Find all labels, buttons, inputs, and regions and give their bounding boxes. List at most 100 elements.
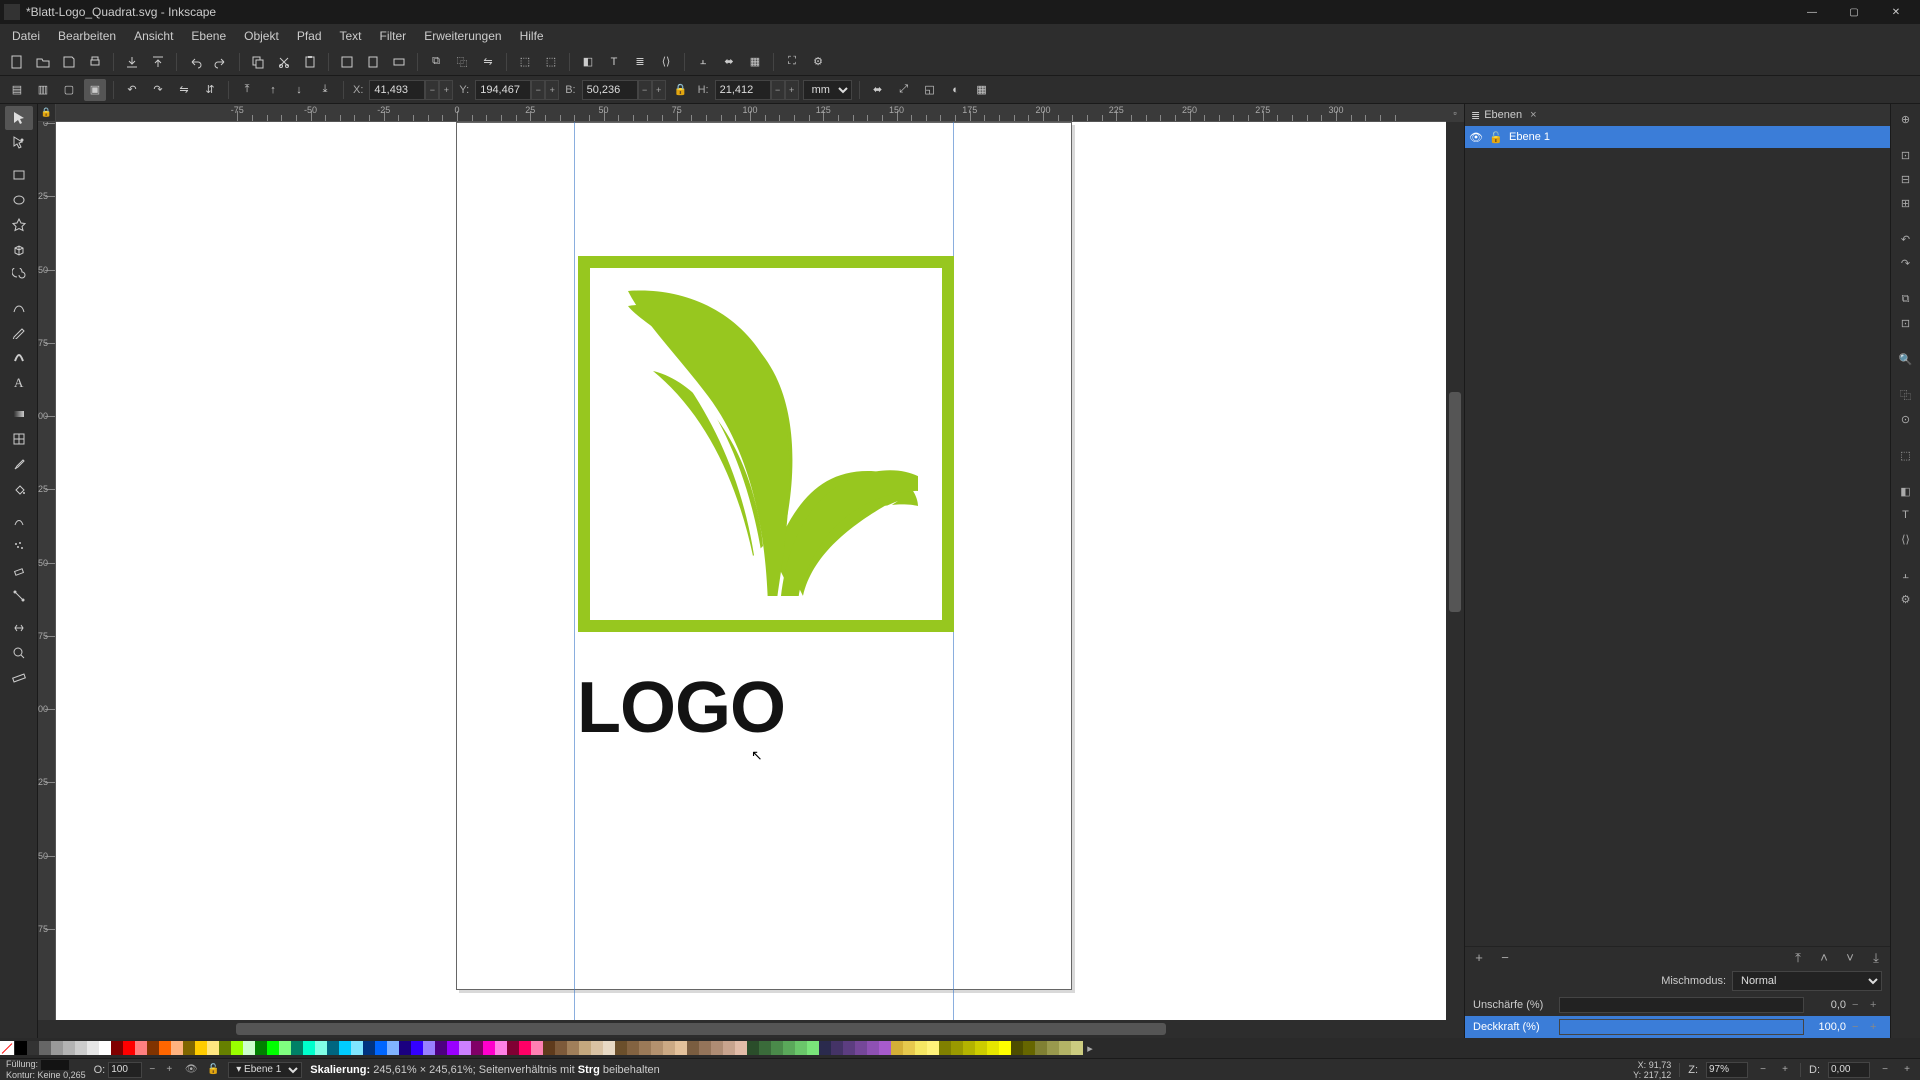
rotate-ccw-button[interactable]: ↶ (121, 79, 143, 101)
vertical-scrollbar[interactable] (1446, 122, 1464, 1020)
color-swatch[interactable] (951, 1041, 963, 1055)
color-swatch[interactable] (999, 1041, 1011, 1055)
x-dec[interactable]: − (425, 80, 439, 100)
dock-save-icon[interactable]: ⊟ (1895, 168, 1917, 190)
color-swatch[interactable] (807, 1041, 819, 1055)
lower-bottom-button[interactable]: ⤓ (314, 79, 336, 101)
color-swatch[interactable] (687, 1041, 699, 1055)
dock-xml-icon[interactable]: ⟨⟩ (1895, 528, 1917, 550)
fill-stroke-button[interactable]: ◧ (577, 51, 599, 73)
ruler-corner-right[interactable]: ▫ (1446, 104, 1464, 122)
color-swatch[interactable] (435, 1041, 447, 1055)
color-swatch[interactable] (795, 1041, 807, 1055)
color-swatch[interactable] (663, 1041, 675, 1055)
unlink-button[interactable]: ⇋ (477, 51, 499, 73)
selector-tool[interactable] (5, 106, 33, 130)
connector-tool[interactable] (5, 584, 33, 608)
color-swatch[interactable] (111, 1041, 123, 1055)
dropper-tool[interactable] (5, 452, 33, 476)
palette-more-icon[interactable]: ▸ (1083, 1041, 1097, 1055)
affect-gradient-button[interactable]: ◐ (945, 79, 967, 101)
logo-square[interactable] (578, 256, 954, 632)
color-swatch[interactable] (387, 1041, 399, 1055)
lower-button[interactable]: ↓ (288, 79, 310, 101)
color-swatch[interactable] (339, 1041, 351, 1055)
raise-top-button[interactable]: ⤒ (236, 79, 258, 101)
redo-button[interactable] (210, 51, 232, 73)
dock-new-icon[interactable]: ⊕ (1895, 108, 1917, 130)
color-swatch[interactable] (735, 1041, 747, 1055)
dock-fill-icon[interactable]: ◧ (1895, 480, 1917, 502)
dock-dup-icon[interactable]: ⿻ (1895, 384, 1917, 406)
color-swatch[interactable] (207, 1041, 219, 1055)
opacity-dec[interactable]: − (1852, 1021, 1864, 1033)
dock-group-icon[interactable]: ⬚ (1895, 444, 1917, 466)
text-dialog-button[interactable]: T (603, 51, 625, 73)
color-swatch[interactable] (927, 1041, 939, 1055)
color-swatch[interactable] (963, 1041, 975, 1055)
fill-stroke-indicator[interactable]: Füllung: Kontur: Keine 0,265 (6, 1059, 86, 1080)
color-swatch[interactable] (135, 1041, 147, 1055)
color-swatch[interactable] (411, 1041, 423, 1055)
color-swatch[interactable] (771, 1041, 783, 1055)
dock-print-icon[interactable]: ⊞ (1895, 192, 1917, 214)
maximize-button[interactable]: ▢ (1834, 2, 1874, 22)
color-swatch[interactable] (1035, 1041, 1047, 1055)
status-opacity-dec[interactable]: − (145, 1063, 159, 1077)
group-button[interactable]: ⬚ (514, 51, 536, 73)
fill-swatch[interactable] (41, 1060, 69, 1070)
color-swatch[interactable] (267, 1041, 279, 1055)
status-lock-icon[interactable]: 🔓 (206, 1063, 220, 1077)
blur-inc[interactable]: + (1870, 999, 1882, 1011)
duplicate-button[interactable]: ⧉ (425, 51, 447, 73)
color-swatch[interactable] (231, 1041, 243, 1055)
color-swatch[interactable] (159, 1041, 171, 1055)
minimize-button[interactable]: — (1792, 2, 1832, 22)
color-swatch[interactable] (39, 1041, 51, 1055)
color-swatch[interactable] (171, 1041, 183, 1055)
paste-button[interactable] (299, 51, 321, 73)
tweak-tool[interactable] (5, 509, 33, 533)
color-swatch[interactable] (303, 1041, 315, 1055)
color-swatch[interactable] (15, 1041, 27, 1055)
w-input[interactable] (582, 80, 638, 100)
layer-down-button[interactable]: ˅ (1842, 950, 1858, 966)
zoom-drawing-button[interactable] (388, 51, 410, 73)
color-swatch[interactable] (855, 1041, 867, 1055)
menu-bearbeiten[interactable]: Bearbeiten (50, 26, 124, 46)
h-input[interactable] (715, 80, 771, 100)
layer-visibility-toggle[interactable]: 👁 (1469, 130, 1483, 144)
color-swatch[interactable] (183, 1041, 195, 1055)
color-swatch[interactable] (819, 1041, 831, 1055)
status-visibility-icon[interactable]: 👁 (184, 1063, 198, 1077)
w-inc[interactable]: + (652, 80, 666, 100)
color-swatch[interactable] (375, 1041, 387, 1055)
menu-pfad[interactable]: Pfad (289, 26, 330, 46)
menu-datei[interactable]: Datei (4, 26, 48, 46)
color-swatch[interactable] (639, 1041, 651, 1055)
color-swatch[interactable] (351, 1041, 363, 1055)
color-swatch[interactable] (219, 1041, 231, 1055)
menu-ansicht[interactable]: Ansicht (126, 26, 181, 46)
dock-open-icon[interactable]: ⊡ (1895, 144, 1917, 166)
color-swatch[interactable] (915, 1041, 927, 1055)
color-swatch[interactable] (447, 1041, 459, 1055)
color-swatch[interactable] (243, 1041, 255, 1055)
ruler-horizontal[interactable]: -75-50-250255075100125150175200225250275… (56, 104, 1446, 122)
color-swatch[interactable] (99, 1041, 111, 1055)
3dbox-tool[interactable] (5, 238, 33, 262)
dock-copy-icon[interactable]: ⧉ (1895, 288, 1917, 310)
import-button[interactable] (121, 51, 143, 73)
ellipse-tool[interactable] (5, 188, 33, 212)
horizontal-scrollbar[interactable] (56, 1020, 1446, 1038)
x-input[interactable] (369, 80, 425, 100)
undo-button[interactable] (184, 51, 206, 73)
color-swatch[interactable] (63, 1041, 75, 1055)
opacity-inc[interactable]: + (1870, 1021, 1882, 1033)
blend-mode-select[interactable]: Normal (1732, 971, 1882, 991)
opacity-slider[interactable] (1559, 1019, 1804, 1035)
color-swatch[interactable] (987, 1041, 999, 1055)
zoom-inc[interactable]: + (1778, 1063, 1792, 1077)
color-swatch[interactable] (123, 1041, 135, 1055)
color-swatch[interactable] (291, 1041, 303, 1055)
